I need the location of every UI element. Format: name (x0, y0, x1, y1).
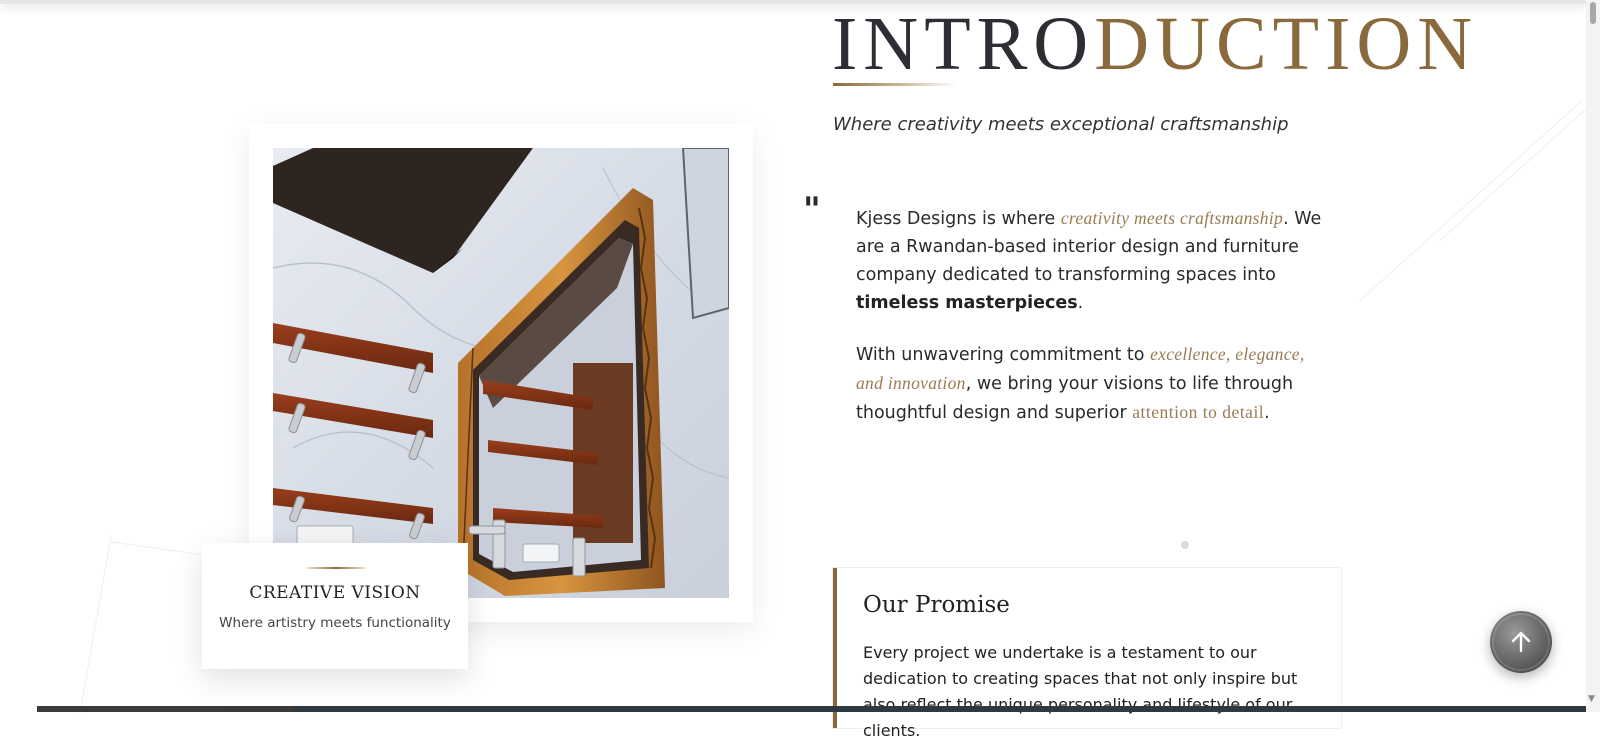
bathroom-illustration (273, 148, 729, 598)
p1-text: Kjess Designs is where (856, 209, 1061, 229)
scrollbar-thumb[interactable] (1590, 2, 1596, 24)
p2-accent: attention to detail (1132, 402, 1265, 422)
intro-heading-part1: INTRO (832, 2, 1095, 86)
p1-accent: creativity meets craftsmanship (1060, 208, 1284, 228)
quote-icon: " (803, 190, 821, 230)
decorative-line (1359, 99, 1584, 301)
about-paragraph-1: Kjess Designs is where creativity meets … (856, 204, 1336, 317)
promise-title: Our Promise (863, 592, 1010, 618)
vision-subtitle: Where artistry meets functionality (219, 615, 451, 631)
scroll-to-top-button[interactable] (1490, 611, 1552, 673)
decorative-line (107, 541, 202, 556)
page-scrollbar[interactable]: ▼ (1586, 0, 1600, 712)
promise-text: Every project we undertake is a testamen… (863, 643, 1298, 740)
p1-strong: timeless masterpieces (856, 293, 1078, 313)
vision-title: CREATIVE VISION (249, 583, 421, 603)
scroll-progress-ring (1492, 613, 1550, 671)
p2-text: With unwavering commitment to (856, 345, 1151, 365)
title-underline (833, 83, 957, 86)
scroll-down-arrow-icon[interactable]: ▼ (1588, 694, 1595, 704)
footer-edge-segment (37, 706, 293, 712)
footer-edge (37, 706, 1586, 712)
p2-text: . (1264, 403, 1270, 423)
bathroom-photo (273, 148, 729, 598)
our-promise-card: Our Promise Every project we undertake i… (833, 568, 1341, 740)
creative-vision-card: CREATIVE VISION Where artistry meets fun… (202, 543, 468, 669)
intro-heading: INTRODUCTION (832, 2, 1478, 86)
p1-text: . (1077, 293, 1084, 313)
about-paragraph-2: With unwavering commitment to excellence… (856, 340, 1336, 427)
decorative-dot (1181, 541, 1189, 549)
vision-divider (306, 567, 366, 569)
decorative-line (79, 535, 112, 713)
intro-tagline: Where creativity meets exceptional craft… (833, 114, 1289, 135)
intro-heading-part2: DUCTION (1094, 2, 1479, 86)
decorative-line (1439, 106, 1589, 241)
